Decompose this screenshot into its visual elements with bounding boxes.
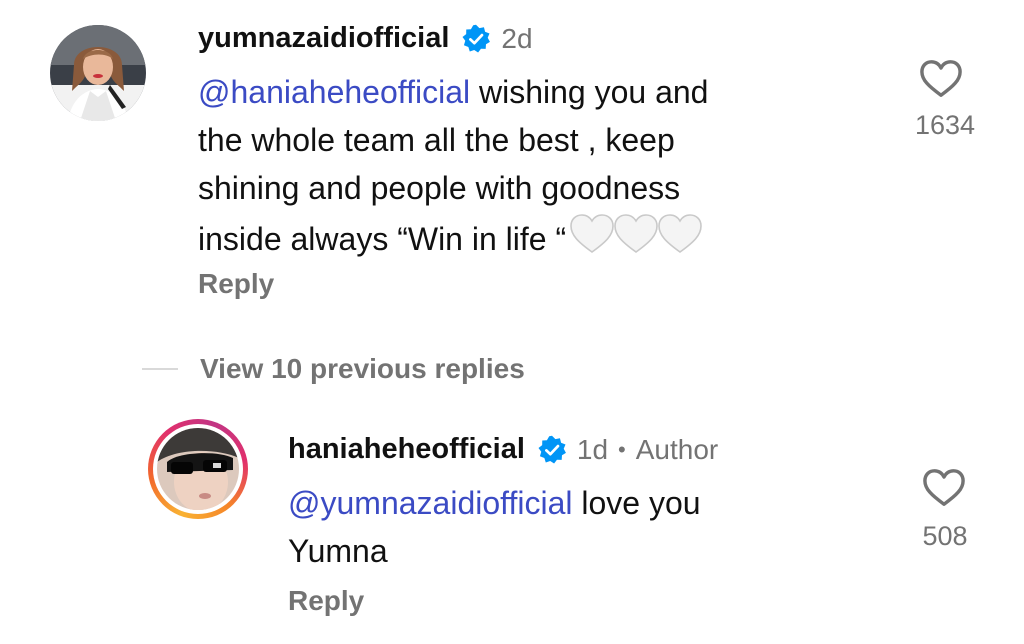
- reply-body: @yumnazaidiofficial love you Yumna: [288, 479, 848, 575]
- heart-outline-icon: [923, 469, 965, 506]
- view-previous-replies-button[interactable]: View 10 previous replies: [200, 353, 525, 385]
- white-heart-icon: [570, 214, 614, 253]
- reply-avatar-image: [157, 428, 239, 510]
- white-heart-icon: [658, 214, 702, 253]
- profile-avatar-image: [50, 25, 146, 121]
- profile-avatar-story-ring-image: [157, 428, 239, 510]
- reply-avatar[interactable]: [148, 419, 248, 519]
- like-button[interactable]: [918, 58, 964, 100]
- reply-header: haniaheheofficial 1d • Author: [288, 433, 718, 466]
- comment-header: yumnazaidiofficial 2d: [198, 22, 533, 55]
- commenter-avatar[interactable]: [50, 25, 146, 121]
- white-hearts-emoji-group: [568, 212, 702, 256]
- comment-line-2: the whole team all the best , keep: [198, 122, 675, 158]
- comment-line-4: inside always “Win in life “: [198, 212, 838, 263]
- verified-badge-icon: [461, 24, 491, 54]
- reply-timestamp: 1d: [576, 433, 609, 465]
- replies-divider: [142, 368, 178, 370]
- mention-link[interactable]: @haniaheheofficial: [198, 74, 470, 110]
- comment-body: @haniaheheofficial wishing you and the w…: [198, 68, 838, 263]
- heart-outline-icon: [920, 60, 962, 97]
- comment-line-3: shining and people with goodness: [198, 170, 681, 206]
- reply-button[interactable]: Reply: [198, 268, 274, 300]
- verified-badge-icon: [537, 435, 567, 465]
- reply-line-2: Yumna: [288, 533, 388, 569]
- reply-username[interactable]: haniaheheofficial: [288, 433, 525, 466]
- reply-like-button[interactable]: [921, 467, 967, 509]
- comment-timestamp: 2d: [501, 22, 533, 54]
- separator-dot: •: [618, 436, 626, 462]
- mention-link[interactable]: @yumnazaidiofficial: [288, 485, 572, 521]
- reply-line-1: @yumnazaidiofficial love you: [288, 485, 701, 521]
- reply-to-reply-button[interactable]: Reply: [288, 585, 364, 617]
- like-count: 1634: [914, 110, 976, 140]
- white-heart-icon: [614, 214, 658, 253]
- reply-like-count: 508: [922, 521, 968, 551]
- commenter-username[interactable]: yumnazaidiofficial: [198, 22, 449, 55]
- author-badge: Author: [635, 433, 719, 465]
- comment-line-1: @haniaheheofficial wishing you and: [198, 74, 709, 110]
